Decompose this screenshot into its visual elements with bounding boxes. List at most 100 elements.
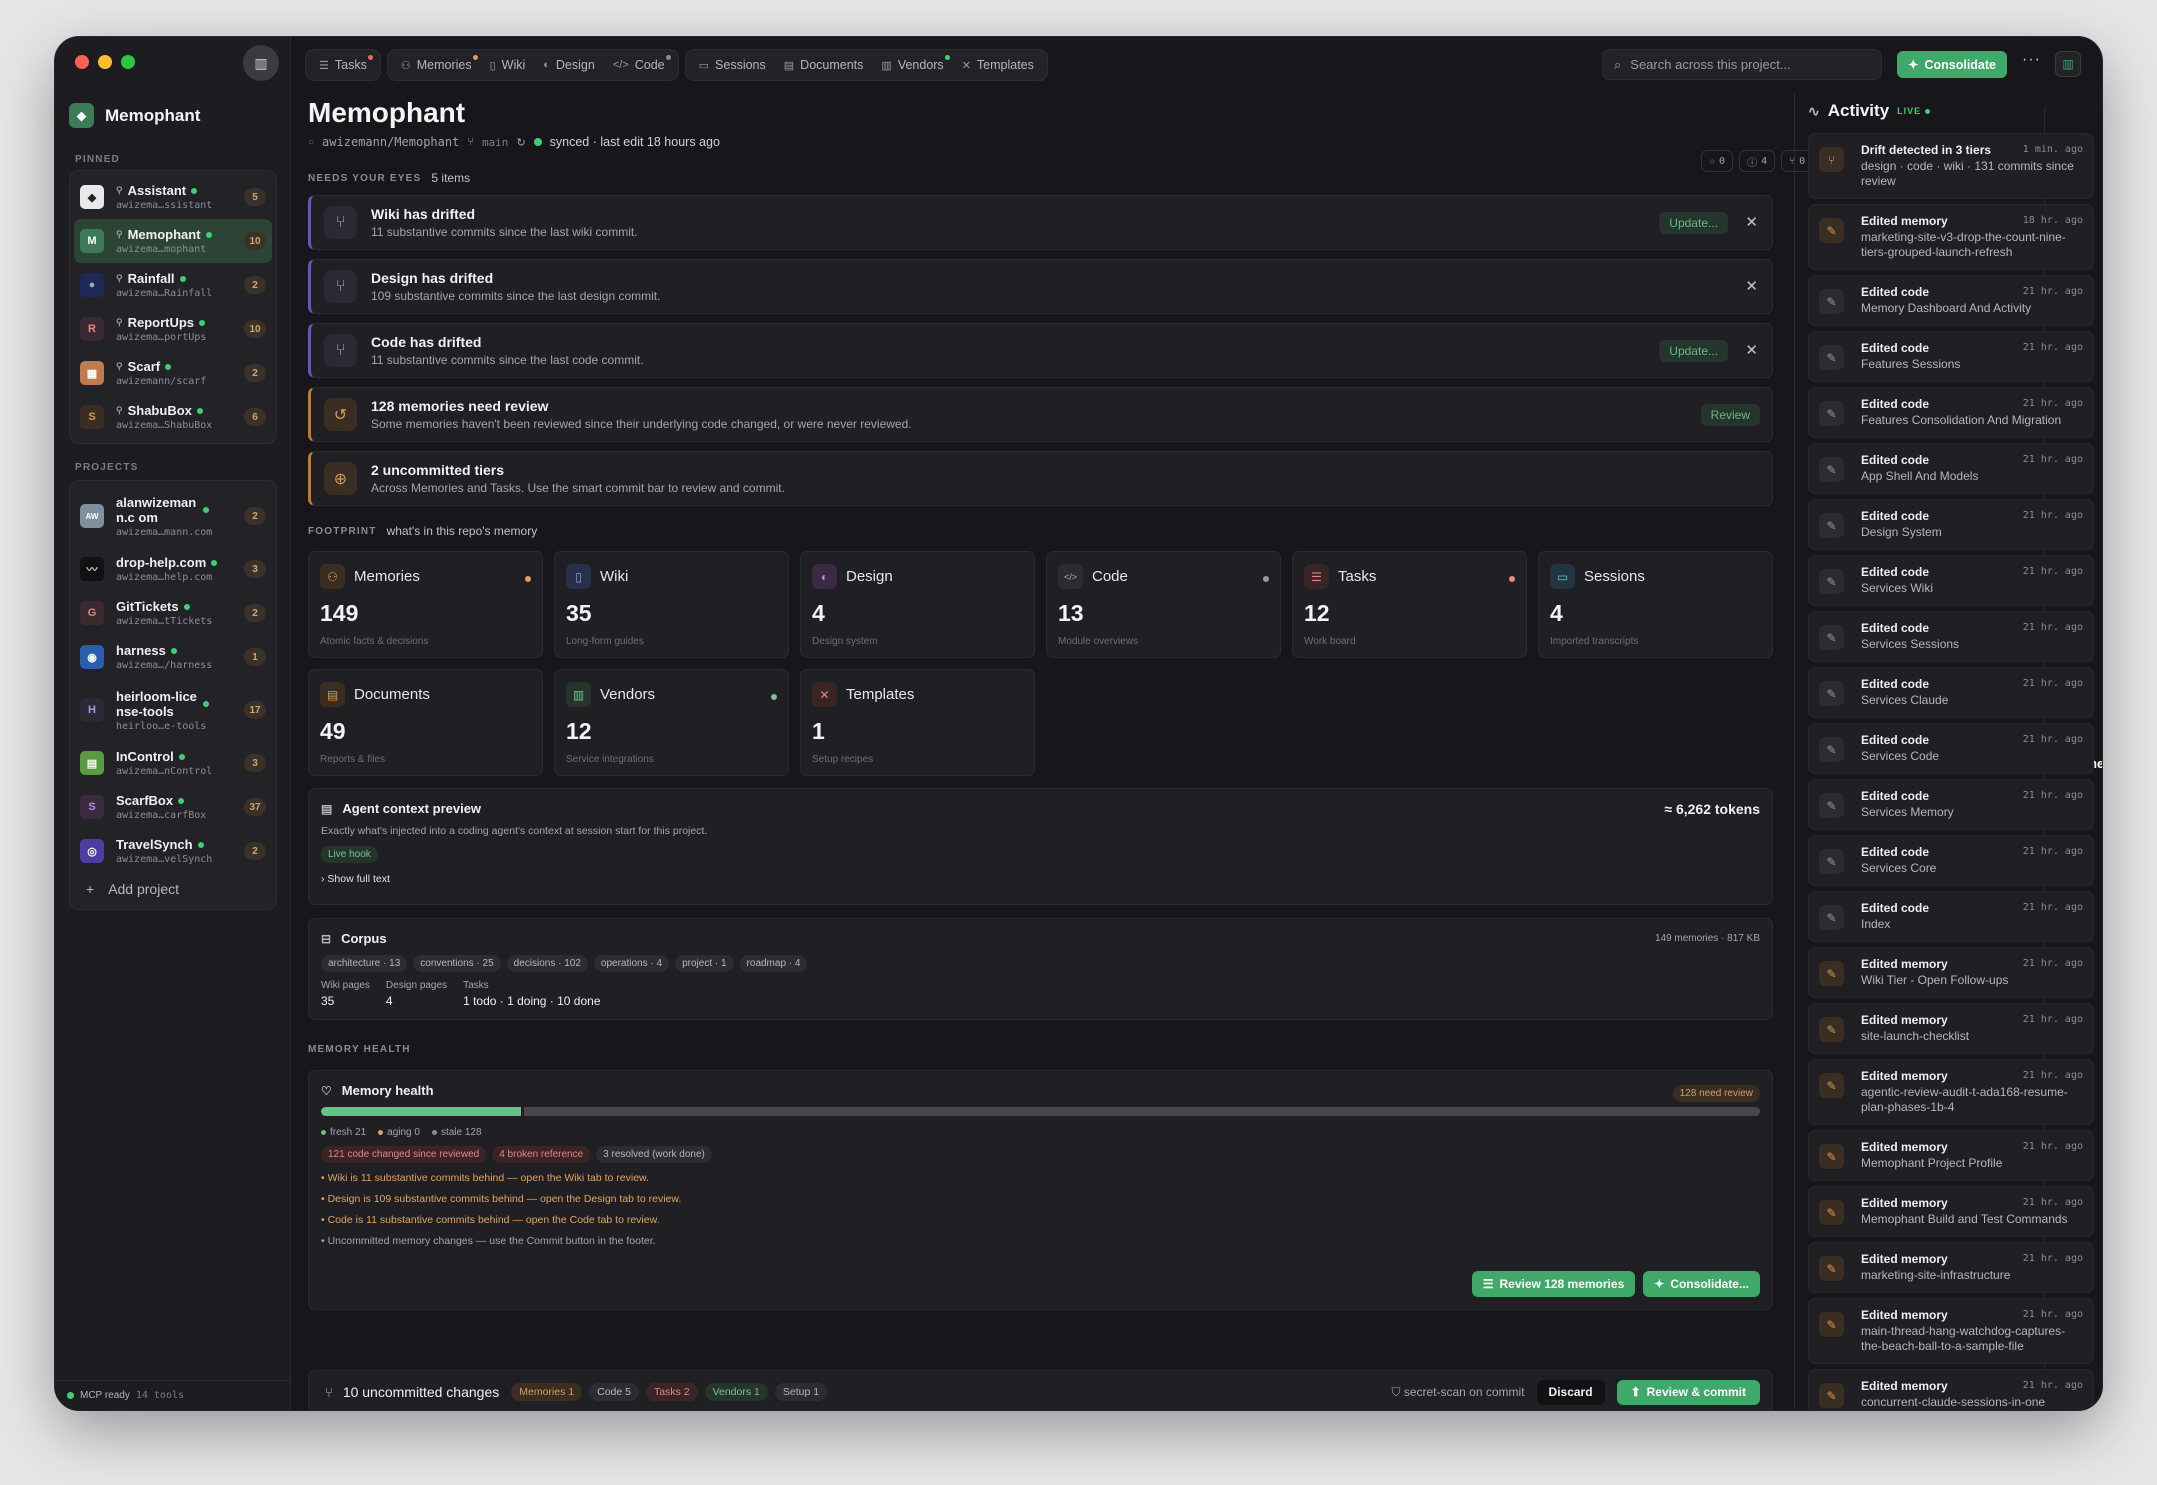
commit-chip[interactable]: Setup 1 bbox=[774, 1383, 828, 1401]
tab-tasks[interactable]: ☰ Tasks bbox=[310, 52, 376, 78]
activity-item[interactable]: ✎ Edited code Services Code 21 hr. ago bbox=[1808, 723, 2094, 774]
status-dot bbox=[199, 319, 206, 326]
corpus-tag[interactable]: conventions · 25 bbox=[413, 955, 501, 972]
tab-wiki[interactable]: ▯ Wiki bbox=[481, 52, 535, 78]
activity-item[interactable]: ✎ Edited memory concurrent-claude-sessions… bbox=[1808, 1369, 2094, 1410]
activity-item[interactable]: ✎ Edited memory Memophant Project Profile 2… bbox=[1808, 1130, 2094, 1181]
close-icon[interactable]: ✕ bbox=[1745, 277, 1758, 295]
footprint-card-wiki[interactable]: ▯ Wiki 35 Long-form guides bbox=[554, 551, 789, 658]
tab-memories[interactable]: ⚇ Memories bbox=[392, 52, 481, 78]
activity-item[interactable]: ✎ Edited memory main-thread-hang-watchdog-… bbox=[1808, 1298, 2094, 1364]
footprint-card-design[interactable]: ◐ Design 4 Design system bbox=[800, 551, 1035, 658]
alert-row[interactable]: ⑂ Design has drifted 109 substantive commi… bbox=[308, 259, 1773, 314]
consolidate-button[interactable]: ✦ Consolidate bbox=[1897, 51, 2007, 78]
corpus-tag[interactable]: project · 1 bbox=[675, 955, 734, 972]
consolidate-health-button[interactable]: ✦ Consolidate... bbox=[1643, 1271, 1760, 1297]
activity-item[interactable]: ✎ Edited code Services Core 21 hr. ago bbox=[1808, 835, 2094, 886]
alert-row[interactable]: ⊕ 2 uncommitted tiers Across Memories and … bbox=[308, 451, 1773, 506]
footprint-card-tasks[interactable]: ☰ Tasks 12 Work board bbox=[1292, 551, 1527, 658]
stars-stat[interactable]: ☆ 0 bbox=[1701, 150, 1734, 172]
activity-item[interactable]: ✎ Edited code Memory Dashboard And Activit… bbox=[1808, 275, 2094, 326]
commit-chip[interactable]: Vendors 1 bbox=[704, 1383, 768, 1401]
corpus-tag[interactable]: architecture · 13 bbox=[321, 955, 408, 972]
alert-row[interactable]: ⑂ Wiki has drifted 11 substantive commits … bbox=[308, 195, 1773, 250]
close-icon[interactable]: ✕ bbox=[1745, 341, 1758, 359]
activity-item[interactable]: ✎ Edited code Services Sessions 21 hr. ago bbox=[1808, 611, 2094, 662]
commit-chip[interactable]: Code 5 bbox=[589, 1383, 639, 1401]
tab-code[interactable]: </> Code bbox=[604, 52, 674, 78]
activity-item[interactable]: ✎ Edited code Services Wiki 21 hr. ago bbox=[1808, 555, 2094, 606]
activity-item[interactable]: ✎ Edited code Features Sessions 21 hr. ago bbox=[1808, 331, 2094, 382]
tab-vendors[interactable]: ▥ Vendors bbox=[872, 52, 952, 78]
issues-stat[interactable]: ⓘ 4 bbox=[1739, 150, 1776, 172]
activity-item[interactable]: ✎ Edited code Services Memory 21 hr. ago bbox=[1808, 779, 2094, 830]
more-menu-icon[interactable]: ··· bbox=[2022, 51, 2041, 69]
sidebar-item-assistant[interactable]: ◆ ⚲ Assistant awizema…ssistant 5 bbox=[74, 175, 272, 219]
zoom-window-button[interactable] bbox=[121, 55, 135, 69]
corpus-tag[interactable]: operations · 4 bbox=[593, 955, 670, 972]
commit-chip[interactable]: Tasks 2 bbox=[645, 1383, 698, 1401]
show-full-text-link[interactable]: › Show full text bbox=[321, 873, 1760, 885]
sidebar-item-alanwizemann-c-om[interactable]: AW alanwizemann.c om awizema…mann.com 2 bbox=[74, 485, 272, 547]
sidebar-item-incontrol[interactable]: ▤ InControl awizema…nControl 3 bbox=[74, 741, 272, 785]
sidebar-item-reportups[interactable]: R ⚲ ReportUps awizema…portUps 10 bbox=[74, 307, 272, 351]
sync-icon[interactable]: ↻ bbox=[516, 136, 525, 149]
sidebar-item-drop-help-com[interactable]: 〰 drop-help.com awizema…help.com 3 bbox=[74, 547, 272, 591]
tab-documents[interactable]: ▤ Documents bbox=[775, 52, 873, 78]
review-memories-button[interactable]: ☰ Review 128 memories bbox=[1471, 1271, 1636, 1297]
corpus-tag[interactable]: decisions · 102 bbox=[506, 955, 588, 972]
right-panel-toggle-icon[interactable]: ▥ bbox=[2055, 51, 2081, 77]
search-input[interactable]: ⌕ Search across this project... bbox=[1602, 49, 1882, 80]
footprint-card-documents[interactable]: ▤ Documents 49 Reports & files bbox=[308, 669, 543, 776]
footprint-card-memories[interactable]: ⚇ Memories 149 Atomic facts & decisions bbox=[308, 551, 543, 658]
commit-chip[interactable]: Memories 1 bbox=[511, 1383, 583, 1401]
update-button[interactable]: Update... bbox=[1659, 340, 1728, 362]
activity-item[interactable]: ✎ Edited memory site-launch-checklist 21 hr… bbox=[1808, 1003, 2094, 1054]
alert-row[interactable]: ⑂ Code has drifted 11 substantive commits … bbox=[308, 323, 1773, 378]
sidebar-toggle-icon[interactable]: ▥ bbox=[243, 45, 279, 81]
activity-item[interactable]: ✎ Edited code Services Claude 21 hr. ago bbox=[1808, 667, 2094, 718]
footprint-card-code[interactable]: </> Code 13 Module overviews bbox=[1046, 551, 1281, 658]
repo-name[interactable]: awizemann/Memophant bbox=[322, 135, 459, 149]
activity-item[interactable]: ✎ Edited code Index 21 hr. ago bbox=[1808, 891, 2094, 942]
review-button[interactable]: Review bbox=[1700, 404, 1760, 426]
activity-item[interactable]: ✎ Edited memory Wiki Tier - Open Follow-up… bbox=[1808, 947, 2094, 998]
activity-item[interactable]: ✎ Edited memory marketing-site-infrastruct… bbox=[1808, 1242, 2094, 1293]
code-changed-chip[interactable]: 121 code changed since reviewed bbox=[321, 1146, 487, 1163]
tab-sessions[interactable]: ▭ Sessions bbox=[690, 52, 775, 78]
sidebar-item-gittickets[interactable]: G GitTickets awizema…tTickets 2 bbox=[74, 591, 272, 635]
sidebar-item-heirloom-license-tools[interactable]: Hheirloom-license-tools heirloo…e-tools 17 bbox=[74, 679, 272, 741]
activity-item[interactable]: ✎ Edited memory Memophant Build and Test C… bbox=[1808, 1186, 2094, 1237]
sidebar-item-rainfall[interactable]: ● ⚲ Rainfall awizema…Rainfall 2 bbox=[74, 263, 272, 307]
update-button[interactable]: Update... bbox=[1659, 212, 1728, 234]
footprint-card-vendors[interactable]: ▥ Vendors 12 Service integrations bbox=[554, 669, 789, 776]
activity-item[interactable]: ✎ Edited code Features Consolidation And M… bbox=[1808, 387, 2094, 438]
close-window-button[interactable] bbox=[75, 55, 89, 69]
activity-item[interactable]: ✎ Edited code Design System 21 hr. ago bbox=[1808, 499, 2094, 550]
sidebar-item-scarfbox[interactable]: S ScarfBox awizema…carfBox 37 bbox=[74, 785, 272, 829]
sidebar-item-memophant[interactable]: M ⚲ Memophant awizema…mophant 10 bbox=[74, 219, 272, 263]
sidebar-item-shabubox[interactable]: S ⚲ ShabuBox awizema…ShabuBox 6 bbox=[74, 395, 272, 439]
project-name: drop-help.com bbox=[116, 555, 207, 570]
card-label: Documents bbox=[354, 686, 430, 703]
alert-row[interactable]: ↺ 128 memories need review Some memories h… bbox=[308, 387, 1773, 442]
activity-item[interactable]: ⑂ Drift detected in 3 tiers design · code … bbox=[1808, 133, 2094, 199]
sidebar-item-harness[interactable]: ◉ harness awizema…/harness 1 bbox=[74, 635, 272, 679]
activity-item[interactable]: ✎ Edited memory agentic-review-audit-t-ada… bbox=[1808, 1059, 2094, 1125]
activity-item[interactable]: ✎ Edited memory marketing-site-v3-drop-the… bbox=[1808, 204, 2094, 270]
minimize-window-button[interactable] bbox=[98, 55, 112, 69]
footprint-card-templates[interactable]: ✕ Templates 1 Setup recipes bbox=[800, 669, 1035, 776]
broken-ref-chip[interactable]: 4 broken reference bbox=[492, 1146, 591, 1163]
add-project-button[interactable]: + Add project bbox=[74, 873, 272, 905]
activity-item[interactable]: ✎ Edited code App Shell And Models 21 hr. a… bbox=[1808, 443, 2094, 494]
resolved-chip[interactable]: 3 resolved (work done) bbox=[596, 1146, 712, 1163]
tab-design[interactable]: ◐ Design bbox=[534, 52, 604, 78]
discard-button[interactable]: Discard bbox=[1536, 1379, 1605, 1405]
sidebar-item-scarf[interactable]: ▦ ⚲ Scarf awizemann/scarf 2 bbox=[74, 351, 272, 395]
close-icon[interactable]: ✕ bbox=[1745, 213, 1758, 231]
sidebar-item-travelsynch[interactable]: ◎ TravelSynch awizema…velSynch 2 bbox=[74, 829, 272, 873]
corpus-tag[interactable]: roadmap · 4 bbox=[739, 955, 808, 972]
tab-templates[interactable]: ✕ Templates bbox=[953, 52, 1043, 78]
review-commit-button[interactable]: ⬆ Review & commit bbox=[1616, 1379, 1760, 1405]
footprint-card-sessions[interactable]: ▭ Sessions 4 Imported transcripts bbox=[1538, 551, 1773, 658]
